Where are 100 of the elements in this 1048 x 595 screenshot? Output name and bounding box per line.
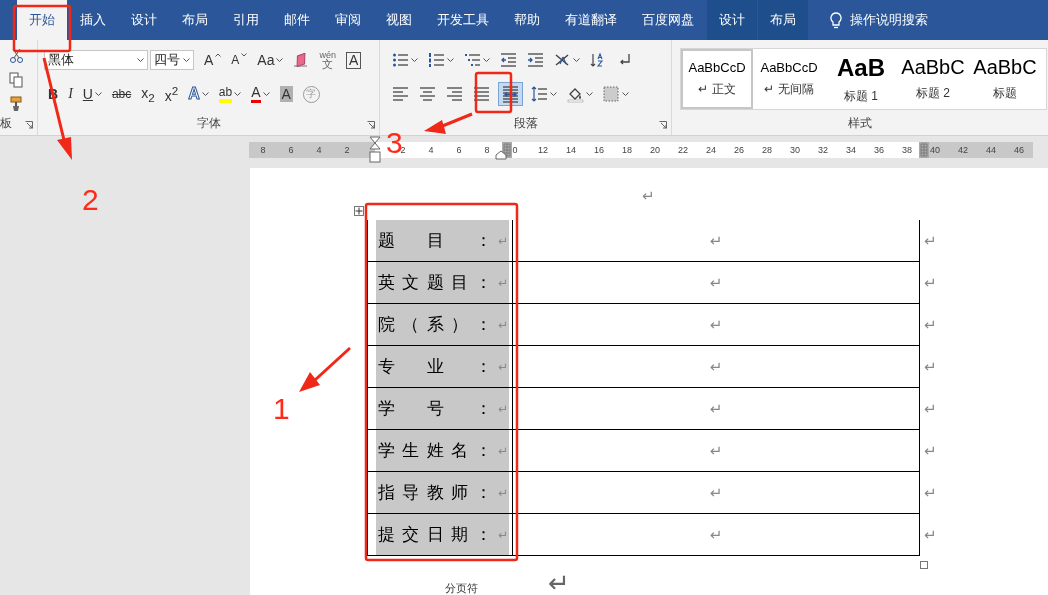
ruler-number: 28	[753, 142, 781, 158]
style-item[interactable]: AaBbCcD ↵ 正文	[681, 49, 753, 109]
caret-icon	[137, 58, 144, 62]
cell-mark: ↵	[498, 401, 509, 416]
cell-mark: ↵	[709, 399, 723, 418]
cell-mark: ↵	[709, 315, 723, 334]
form-label: 题目：	[378, 229, 492, 252]
caret-icon	[183, 58, 190, 62]
script-button[interactable]: x$^{2}$	[160, 82, 183, 106]
search-field[interactable]: 操作说明搜索	[826, 0, 932, 40]
ruler-number: 4	[417, 142, 445, 158]
font-color-button[interactable]: A	[247, 82, 274, 106]
ruler-number: 16	[585, 142, 613, 158]
row-end-mark: ↵	[924, 484, 937, 502]
ribbon-tab[interactable]: 布局	[169, 0, 220, 40]
form-label: 学号：	[378, 397, 492, 420]
indent-marker-icon	[495, 150, 507, 160]
group-label: 段落	[513, 115, 538, 132]
highlight-frame	[474, 71, 513, 114]
highlight-frame	[12, 4, 72, 53]
ribbon-tab[interactable]: 审阅	[322, 0, 373, 40]
ruler-number: 30	[781, 142, 809, 158]
ribbon-tab[interactable]: 邮件	[271, 0, 322, 40]
row-end-mark: ↵	[924, 526, 937, 544]
ruler-number: 24	[697, 142, 725, 158]
cell-mark: ↵	[709, 273, 723, 292]
phonetic-guide-button[interactable]: wén 文	[315, 48, 340, 72]
line-spacing-icon	[531, 85, 548, 103]
change-case-button[interactable]: Aa	[253, 48, 288, 72]
ruler-number: 38	[893, 142, 921, 158]
align-right-icon	[446, 85, 463, 103]
ruler-number: 32	[809, 142, 837, 158]
ribbon-tab[interactable]: 插入	[67, 0, 118, 40]
italic-button[interactable]: I	[64, 82, 77, 106]
ribbon-tab[interactable]: 设计	[706, 0, 757, 40]
step-number: 1	[273, 394, 290, 424]
distributed-button[interactable]	[498, 82, 523, 106]
ribbon-tab[interactable]: 有道翻译	[552, 0, 629, 40]
ruler-number: 2	[333, 142, 361, 158]
justify-icon	[473, 85, 490, 103]
dialog-launcher-icon	[25, 121, 33, 129]
resize-handle-icon	[920, 561, 928, 569]
row-end-mark: ↵	[924, 442, 937, 460]
dialog-launcher-icon	[659, 121, 667, 129]
row-end-mark: ↵	[924, 274, 937, 292]
ribbon-tab[interactable]: 设计	[118, 0, 169, 40]
font-size-field[interactable]: 四号	[150, 50, 194, 70]
align-center-icon	[419, 85, 436, 103]
cell-mark: ↵	[498, 359, 509, 374]
align-left-icon	[392, 85, 409, 103]
ruler-number: 12	[529, 142, 557, 158]
character-shading-button[interactable]: A	[275, 82, 297, 106]
annotation-arrow	[299, 346, 351, 392]
ribbon-tab[interactable]: 开发工具	[424, 0, 501, 40]
caret-icon	[215, 53, 222, 57]
cell-mark: ↵	[709, 525, 723, 544]
ruler-number: 44	[977, 142, 1005, 158]
cell-mark: ↵	[709, 483, 723, 502]
form-label: 院（系）：	[378, 313, 492, 336]
ruler-number: 4	[305, 142, 333, 158]
cell-mark: ↵	[709, 441, 723, 460]
ruler-number: 22	[669, 142, 697, 158]
step-number: 2	[82, 185, 99, 215]
cell-mark: ↵	[498, 233, 509, 248]
cell-mark: ↵	[498, 527, 509, 542]
row-end-mark: ↵	[924, 316, 937, 334]
annotation-arrow	[424, 112, 473, 134]
row-end-mark: ↵	[924, 232, 937, 250]
scissors-icon	[9, 48, 23, 64]
column-marker-icon	[919, 142, 929, 158]
ribbon-tab[interactable]: 视图	[373, 0, 424, 40]
shrink-font-button[interactable]: A	[227, 48, 252, 72]
ribbon-tab[interactable]: 布局	[757, 0, 808, 40]
eraser-icon	[293, 53, 310, 67]
ribbon-tab[interactable]: 帮助	[501, 0, 552, 40]
brush-icon	[9, 96, 23, 112]
ribbon-tab[interactable]: 引用	[220, 0, 271, 40]
page-break-label: 分页符	[445, 581, 478, 595]
form-label: 英文题目：	[378, 271, 492, 294]
distributed-icon	[502, 85, 519, 103]
font-name-field[interactable]: 黑体	[44, 50, 148, 70]
lightbulb-icon	[830, 11, 842, 29]
grow-font-button[interactable]: A	[200, 48, 226, 72]
decrease-indent-icon	[500, 51, 517, 69]
ribbon-tab[interactable]: 百度网盘	[629, 0, 706, 40]
script-button[interactable]: x$_{2}$	[137, 82, 159, 106]
increase-indent-icon	[527, 51, 544, 69]
multilevel-list-icon	[464, 51, 481, 69]
highlight-button[interactable]: ab	[214, 82, 246, 106]
strikethrough-button[interactable]: abc	[107, 82, 136, 106]
row-end-mark: ↵	[924, 358, 937, 376]
paragraph-mark: ↵	[642, 188, 655, 204]
ruler-number: 46	[1005, 142, 1033, 158]
ribbon-tab[interactable]: 开始	[16, 0, 67, 40]
text-layout-icon	[554, 51, 571, 69]
group-label: 板	[0, 115, 12, 132]
ruler-number: 42	[949, 142, 977, 158]
form-label: 指导教师：	[378, 481, 492, 504]
ruler-number: 6	[445, 142, 473, 158]
underline-button[interactable]: U	[78, 82, 106, 106]
